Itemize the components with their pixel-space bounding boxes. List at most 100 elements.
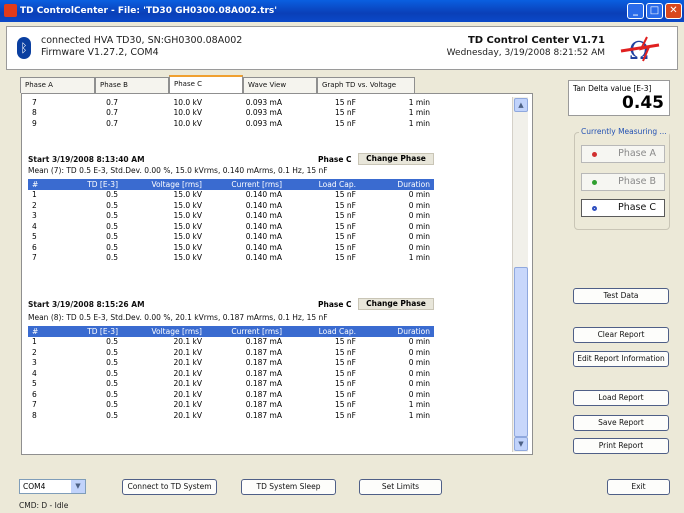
tab-wave-view[interactable]: Wave View bbox=[243, 77, 317, 93]
table-cell: 15 nF bbox=[335, 389, 356, 399]
table-cell: 15 nF bbox=[335, 379, 356, 389]
table-cell: 0.187 mA bbox=[245, 368, 282, 378]
section-1-start: Start 3/19/2008 8:13:40 AM bbox=[28, 155, 145, 164]
tan-delta-display: Tan Delta value [E-3] 0.45 bbox=[568, 80, 670, 116]
change-phase-button-1[interactable]: Change Phase bbox=[358, 153, 434, 165]
table-cell: 4 bbox=[32, 368, 37, 378]
tab-phase-b[interactable]: Phase B bbox=[95, 77, 169, 93]
table-cell: 3 bbox=[32, 358, 37, 368]
table-cell: 15 nF bbox=[335, 410, 356, 420]
save-report-button[interactable]: Save Report bbox=[573, 415, 669, 431]
column-header[interactable]: # bbox=[28, 179, 52, 190]
connect-button[interactable]: Connect to TD System bbox=[122, 479, 217, 495]
table-cell: 0.187 mA bbox=[245, 337, 282, 347]
table-row: 6 0.5 15.0 kV 0.140 mA 15 nF 0 min bbox=[28, 242, 434, 253]
sleep-button[interactable]: TD System Sleep bbox=[241, 479, 336, 495]
com-port-select[interactable]: COM4 ▼ bbox=[19, 479, 86, 494]
table-row: 8 0.5 20.1 kV 0.187 mA 15 nF 1 min bbox=[28, 410, 434, 421]
table-row: 4 0.5 20.1 kV 0.187 mA 15 nF 0 min bbox=[28, 368, 434, 379]
table-cell: 0 min bbox=[408, 389, 430, 399]
table-cell: 1 min bbox=[408, 108, 430, 118]
clear-report-button[interactable]: Clear Report bbox=[573, 327, 669, 343]
tab-phase-a[interactable]: Phase A bbox=[20, 77, 95, 93]
exit-button[interactable]: Exit bbox=[607, 479, 670, 495]
measuring-phase-a[interactable]: Phase A bbox=[581, 145, 665, 163]
current-datetime: Wednesday, 3/19/2008 8:21:52 AM bbox=[446, 48, 605, 58]
report-scrollbar[interactable]: ▲ ▼ bbox=[512, 97, 528, 452]
table-cell: 1 min bbox=[408, 253, 430, 263]
column-header[interactable]: Load Cap. bbox=[286, 326, 360, 337]
column-header[interactable]: Current [rms] bbox=[206, 326, 286, 337]
table-cell: 20.1 kV bbox=[173, 368, 202, 378]
column-header[interactable]: Voltage [rms] bbox=[122, 179, 206, 190]
minimize-button[interactable]: _ bbox=[627, 3, 644, 19]
column-header[interactable]: TD [E-3] bbox=[52, 179, 122, 190]
table-cell: 0.7 bbox=[106, 108, 118, 118]
table-cell: 15 nF bbox=[335, 400, 356, 410]
table-cell: 15.0 kV bbox=[173, 242, 202, 252]
column-header[interactable]: # bbox=[28, 326, 52, 337]
table-cell: 1 min bbox=[408, 118, 430, 128]
table-cell: 10.0 kV bbox=[173, 108, 202, 118]
edit-report-info-button[interactable]: Edit Report Information bbox=[573, 351, 669, 367]
column-header[interactable]: Duration bbox=[360, 179, 434, 190]
load-report-button[interactable]: Load Report bbox=[573, 390, 669, 406]
column-header[interactable]: TD [E-3] bbox=[52, 326, 122, 337]
table-cell: 1 min bbox=[408, 400, 430, 410]
table-cell: 15 nF bbox=[335, 211, 356, 221]
column-header[interactable]: Current [rms] bbox=[206, 179, 286, 190]
table-cell: 0.5 bbox=[106, 211, 118, 221]
table-cell: 15.0 kV bbox=[173, 211, 202, 221]
table-row: 7 0.5 15.0 kV 0.140 mA 15 nF 1 min bbox=[28, 253, 434, 264]
table-cell: 0 min bbox=[408, 358, 430, 368]
scroll-up-icon[interactable]: ▲ bbox=[514, 98, 528, 112]
test-data-button[interactable]: Test Data bbox=[573, 288, 669, 304]
table-cell: 9 bbox=[32, 118, 37, 128]
table-cell: 15 nF bbox=[335, 190, 356, 200]
column-header[interactable]: Load Cap. bbox=[286, 179, 360, 190]
table-cell: 0.5 bbox=[106, 253, 118, 263]
measuring-phase-b[interactable]: Phase B bbox=[581, 173, 665, 191]
table-cell: 1 min bbox=[408, 97, 430, 107]
omega-logo-icon: Ω bbox=[620, 36, 660, 65]
table-row: 1 0.5 15.0 kV 0.140 mA 15 nF 0 min bbox=[28, 190, 434, 201]
table-cell: 0 min bbox=[408, 379, 430, 389]
table-row: 5 0.5 15.0 kV 0.140 mA 15 nF 0 min bbox=[28, 232, 434, 243]
column-header[interactable]: Duration bbox=[360, 326, 434, 337]
window-title: TD ControlCenter - File: 'TD30 GH0300.08… bbox=[20, 6, 278, 16]
table-cell: 1 bbox=[32, 190, 37, 200]
print-report-button[interactable]: Print Report bbox=[573, 438, 669, 454]
set-limits-button[interactable]: Set Limits bbox=[359, 479, 442, 495]
table-row: 7 0.7 10.0 kV 0.093 mA 15 nF 1 min bbox=[28, 97, 434, 108]
maximize-button[interactable]: □ bbox=[646, 3, 663, 19]
table-cell: 0.187 mA bbox=[245, 358, 282, 368]
tan-delta-label: Tan Delta value [E-3] bbox=[573, 84, 652, 93]
section-2-phase: Phase C bbox=[318, 300, 352, 309]
tab-phase-c[interactable]: Phase C bbox=[169, 75, 243, 94]
table-cell: 0.5 bbox=[106, 379, 118, 389]
column-header[interactable]: Voltage [rms] bbox=[122, 326, 206, 337]
table-cell: 0.140 mA bbox=[245, 211, 282, 221]
chevron-down-icon[interactable]: ▼ bbox=[71, 480, 85, 493]
table-row: 1 0.5 20.1 kV 0.187 mA 15 nF 0 min bbox=[28, 337, 434, 348]
measuring-phase-c[interactable]: Phase C bbox=[581, 199, 665, 217]
measuring-phase-c-label: Phase C bbox=[617, 202, 656, 213]
table-row: 3 0.5 20.1 kV 0.187 mA 15 nF 0 min bbox=[28, 358, 434, 369]
table-cell: 0.093 mA bbox=[245, 97, 282, 107]
table-cell: 7 bbox=[32, 253, 37, 263]
table-cell: 0.187 mA bbox=[245, 389, 282, 399]
table-cell: 0.5 bbox=[106, 410, 118, 420]
table-cell: 15.0 kV bbox=[173, 221, 202, 231]
close-button[interactable]: ✕ bbox=[665, 3, 682, 19]
firmware-info: Firmware V1.27.2, COM4 bbox=[41, 47, 159, 58]
scroll-thumb[interactable] bbox=[514, 267, 528, 437]
table-cell: 0.187 mA bbox=[245, 410, 282, 420]
table-cell: 15 nF bbox=[335, 232, 356, 242]
table-cell: 0 min bbox=[408, 337, 430, 347]
change-phase-button-2[interactable]: Change Phase bbox=[358, 298, 434, 310]
table-cell: 0 min bbox=[408, 242, 430, 252]
tab-graph-td-voltage[interactable]: Graph TD vs. Voltage bbox=[317, 77, 415, 93]
table-row: 9 0.7 10.0 kV 0.093 mA 15 nF 1 min bbox=[28, 118, 434, 129]
scroll-down-icon[interactable]: ▼ bbox=[514, 437, 528, 451]
table-cell: 0.187 mA bbox=[245, 347, 282, 357]
